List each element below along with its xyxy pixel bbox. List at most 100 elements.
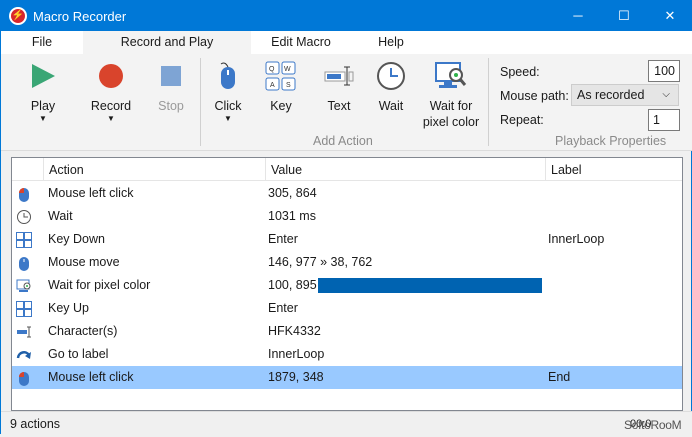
- mouse-path-select[interactable]: As recorded ⌵: [571, 84, 679, 106]
- text-icon: [16, 324, 32, 340]
- action-cell: Key Up: [48, 301, 89, 315]
- keyboard-icon: [16, 232, 32, 248]
- minimize-button[interactable]: ─: [555, 1, 601, 31]
- value-cell: HFK4332: [268, 324, 321, 338]
- wait-label: Wait: [378, 99, 404, 113]
- value-cell: 100, 895: [268, 278, 317, 292]
- table-row[interactable]: Key Up Enter: [12, 297, 682, 320]
- app-logo-icon: ⚡: [9, 7, 27, 25]
- key-button[interactable]: Q W A S Key: [263, 54, 299, 114]
- table-row[interactable]: Wait for pixel color 100, 895: [12, 274, 682, 297]
- status-bar: 9 actions 00:0 SoftoRooM: [1, 411, 692, 435]
- stop-label: Stop: [158, 99, 184, 113]
- add-action-group-label: Add Action: [313, 134, 373, 148]
- text-icon: [321, 54, 357, 98]
- stop-button[interactable]: Stop: [151, 54, 191, 114]
- record-button[interactable]: Record ▼: [87, 54, 135, 124]
- close-button[interactable]: ✕: [647, 1, 692, 31]
- label-cell: InnerLoop: [548, 232, 605, 246]
- mouse-click-icon: [16, 370, 32, 386]
- text-button[interactable]: Text: [321, 54, 357, 114]
- value-cell: Enter: [268, 301, 298, 315]
- goto-arrow-icon: [16, 347, 32, 363]
- tab-help[interactable]: Help: [371, 31, 411, 54]
- svg-text:Q: Q: [269, 66, 275, 73]
- table-row[interactable]: Mouse move 146, 977 » 38, 762: [12, 251, 682, 274]
- play-icon: [21, 54, 65, 98]
- tab-record-and-play[interactable]: Record and Play: [83, 31, 251, 54]
- action-cell: Wait: [48, 209, 73, 223]
- action-cell: Mouse left click: [48, 370, 134, 384]
- ribbon: Play ▼ Record ▼ Stop Click ▼ QWAS Key Text …: [1, 54, 692, 151]
- key-label: Key: [270, 99, 292, 113]
- action-cell: Key Down: [48, 232, 105, 246]
- value-cell: Enter: [268, 232, 298, 246]
- action-cell: Mouse move: [48, 255, 120, 269]
- table-row[interactable]: Key Down Enter InnerLoop: [12, 228, 682, 251]
- ribbon-tabs: File Record and Play Edit Macro Help: [1, 31, 692, 54]
- pixel-color-icon: [16, 278, 32, 294]
- value-cell: 1879, 348: [268, 370, 324, 384]
- repeat-label: Repeat:: [500, 113, 544, 127]
- window-title: Macro Recorder: [33, 9, 127, 24]
- speed-label: Speed:: [500, 65, 540, 79]
- table-row[interactable]: Wait 1031 ms: [12, 205, 682, 228]
- icon-column-header: [12, 158, 44, 181]
- mouse-icon: [208, 54, 248, 98]
- title-bar: ⚡ Macro Recorder ─ ☐ ✕: [1, 1, 692, 31]
- maximize-button[interactable]: ☐: [601, 1, 647, 31]
- keyboard-icon: [16, 301, 32, 317]
- action-cell: Go to label: [48, 347, 109, 361]
- wait-pixel-label-1: Wait for: [429, 99, 473, 113]
- pixel-color-icon: [421, 54, 481, 98]
- separator: [200, 58, 201, 146]
- wait-pixel-label-2: pixel color: [422, 115, 480, 129]
- wait-button[interactable]: Wait: [373, 54, 409, 114]
- separator: [488, 58, 489, 146]
- mouse-icon: [16, 255, 32, 271]
- playback-properties-group-label: Playback Properties: [555, 134, 667, 148]
- mouse-path-value: As recorded: [577, 88, 645, 102]
- chevron-down-icon: ⌵: [662, 89, 670, 100]
- value-cell: 146, 977 » 38, 762: [268, 255, 373, 269]
- svg-text:S: S: [286, 82, 291, 89]
- value-cell: 305, 864: [268, 186, 317, 200]
- clock-icon: [16, 209, 32, 225]
- wait-pixel-color-button[interactable]: Wait for pixel color: [421, 54, 481, 130]
- text-label: Text: [327, 99, 351, 113]
- label-cell: End: [548, 370, 571, 384]
- mouse-path-label: Mouse path:: [500, 89, 569, 103]
- clock-icon: [373, 54, 409, 98]
- click-button[interactable]: Click ▼: [208, 54, 248, 124]
- action-cell: Character(s): [48, 324, 118, 338]
- pixel-color-swatch: [318, 278, 542, 293]
- record-icon: [87, 54, 135, 98]
- svg-text:A: A: [270, 82, 275, 89]
- column-header-action[interactable]: Action: [44, 158, 266, 181]
- repeat-input[interactable]: 1: [648, 109, 680, 131]
- stop-icon: [151, 54, 191, 98]
- click-label: Click: [214, 99, 242, 113]
- value-cell: InnerLoop: [268, 347, 325, 361]
- tab-edit-macro[interactable]: Edit Macro: [261, 31, 341, 54]
- play-label: Play: [30, 99, 56, 113]
- action-count: 9 actions: [10, 417, 61, 431]
- tab-file[interactable]: File: [19, 31, 65, 54]
- table-row[interactable]: Mouse left click 1879, 348 End: [12, 366, 682, 389]
- keyboard-icon: Q W A S: [263, 54, 299, 98]
- table-row[interactable]: Mouse left click 305, 864: [12, 182, 682, 205]
- column-header-value[interactable]: Value: [266, 158, 546, 181]
- watermark: SoftoRooM: [624, 418, 682, 432]
- svg-text:W: W: [284, 66, 291, 73]
- table-header: Action Value Label: [12, 158, 682, 181]
- action-cell: Wait for pixel color: [48, 278, 151, 292]
- action-cell: Mouse left click: [48, 186, 134, 200]
- table-row[interactable]: Go to label InnerLoop: [12, 343, 682, 366]
- table-row[interactable]: Character(s) HFK4332: [12, 320, 682, 343]
- mouse-click-icon: [16, 186, 32, 202]
- play-button[interactable]: Play ▼: [21, 54, 65, 124]
- record-label: Record: [90, 99, 132, 113]
- speed-input[interactable]: 100: [648, 60, 680, 82]
- actions-table[interactable]: Action Value Label Mouse left click 305,…: [11, 157, 683, 411]
- column-header-label[interactable]: Label: [546, 158, 682, 181]
